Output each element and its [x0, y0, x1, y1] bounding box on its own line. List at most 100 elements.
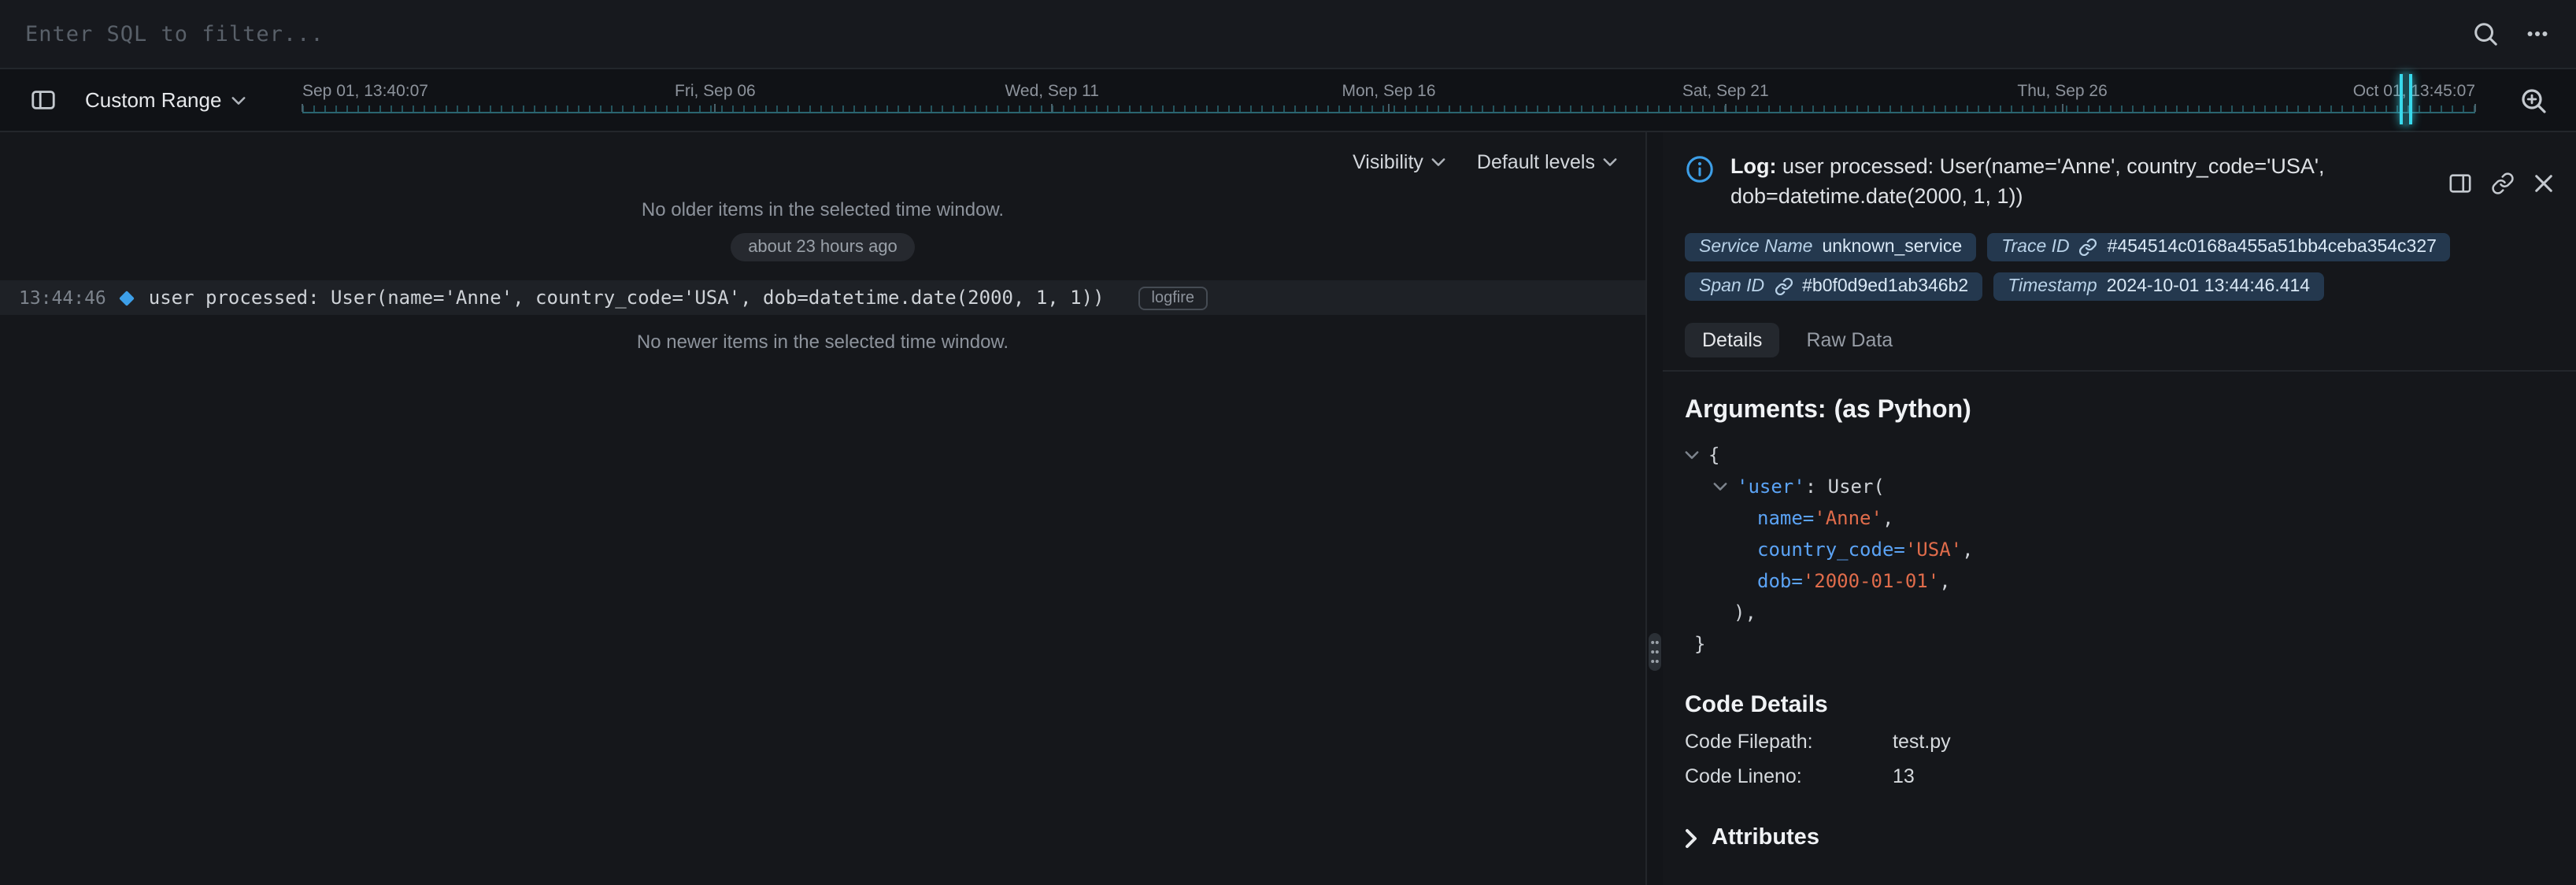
arguments-code: { 'user': User( name='Anne', country_cod…	[1685, 439, 2554, 660]
visibility-dropdown[interactable]: Visibility	[1353, 151, 1445, 173]
span-id-badge[interactable]: Span ID #b0f0d9ed1ab346b2	[1685, 272, 1982, 301]
timeline-bar: Custom Range Sep 01, 13:40:07 Fri, Sep 0…	[0, 69, 2576, 132]
more-options-icon[interactable]	[2524, 20, 2551, 47]
timeline-selection-brush[interactable]	[2400, 74, 2412, 124]
log-row[interactable]: 13:44:46 user processed: User(name='Anne…	[0, 280, 1645, 315]
panel-splitter[interactable]	[1647, 132, 1663, 885]
code-line: dob='2000-01-01',	[1757, 565, 2554, 597]
dock-panel-icon[interactable]	[2448, 154, 2472, 211]
splitter-grip-icon[interactable]	[1649, 633, 1661, 671]
link-icon	[1774, 277, 1793, 296]
code-lineno-label: Code Lineno:	[1685, 765, 1893, 787]
detail-body: Arguments:(as Python) { 'user': User( na…	[1663, 372, 2576, 850]
timeline-tick	[2474, 104, 2476, 112]
detail-panel: Log: user processed: User(name='Anne', c…	[1663, 132, 2576, 885]
timeline-tick-label: Wed, Sep 11	[1005, 82, 1098, 101]
code-line: ),	[1734, 597, 2554, 628]
timeline-axis-line	[302, 112, 2475, 113]
log-message: user processed: User(name='Anne', countr…	[149, 287, 1105, 309]
detail-tabs: Details Raw Data	[1663, 301, 2576, 372]
log-level-diamond-icon	[120, 290, 135, 305]
zoom-in-icon[interactable]	[2513, 80, 2554, 121]
tab-details[interactable]: Details	[1685, 323, 1779, 357]
collapse-chevron-icon[interactable]	[1713, 482, 1737, 491]
badge-label: Span ID	[1699, 277, 1764, 296]
timeline-tick-label: Fri, Sep 06	[675, 82, 756, 101]
timeline-tick	[1725, 104, 1727, 112]
copy-link-icon[interactable]	[2491, 154, 2515, 211]
sql-filter-input[interactable]	[25, 21, 2472, 46]
time-ago-badge: about 23 hours ago	[731, 233, 915, 261]
timeline-tick	[714, 104, 716, 112]
detail-title-text: user processed: User(name='Anne', countr…	[1730, 154, 2325, 208]
no-older-items-message: No older items in the selected time wind…	[0, 198, 1645, 220]
badge-value: unknown_service	[1822, 238, 1962, 257]
timeline-tick-label: Sep 01, 13:40:07	[302, 82, 428, 101]
code-line: country_code='USA',	[1757, 534, 2554, 565]
timeline-tick	[302, 104, 303, 112]
link-icon	[2079, 238, 2098, 257]
timeline-tick-label: Mon, Sep 16	[1342, 82, 1435, 101]
search-icon[interactable]	[2472, 20, 2499, 47]
timeline-tick	[2062, 104, 2063, 112]
timeline-controls: Custom Range	[0, 69, 245, 131]
timeline-tick-label: Oct 01, 13:45:07	[2353, 82, 2475, 101]
badge-value: #454514c0168a455a51bb4ceba354c327	[2108, 238, 2437, 257]
default-levels-dropdown[interactable]: Default levels	[1477, 151, 1617, 173]
timeline-tick	[1051, 104, 1053, 112]
default-levels-label: Default levels	[1477, 151, 1595, 173]
code-lineno-value: 13	[1893, 765, 1915, 787]
detail-title-prefix: Log:	[1730, 154, 1777, 178]
main-area: Visibility Default levels No older items…	[0, 132, 2576, 885]
code-line: name='Anne',	[1757, 502, 2554, 534]
trace-id-badge[interactable]: Trace ID #454514c0168a455a51bb4ceba354c3…	[1987, 233, 2451, 261]
code-line: 'user': User(	[1713, 471, 2554, 502]
badge-value: 2024-10-01 13:44:46.414	[2107, 277, 2310, 296]
attributes-heading: Attributes	[1712, 825, 1819, 850]
badge-value: #b0f0d9ed1ab346b2	[1802, 277, 1968, 296]
collapse-chevron-icon[interactable]	[1685, 450, 1708, 460]
chevron-right-icon	[1685, 828, 1697, 848]
time-ago-row: about 23 hours ago	[0, 233, 1645, 261]
sidebar-toggle-icon[interactable]	[22, 80, 63, 120]
code-details-heading: Code Details	[1685, 691, 2554, 718]
service-name-badge: Service Name unknown_service	[1685, 233, 1976, 261]
log-timestamp: 13:44:46	[19, 287, 106, 309]
no-newer-items-message: No newer items in the selected time wind…	[0, 331, 1645, 353]
code-line: }	[1694, 628, 2554, 660]
code-lineno-row: Code Lineno: 13	[1685, 765, 2554, 787]
timeline-track[interactable]: Sep 01, 13:40:07 Fri, Sep 06 Wed, Sep 11…	[302, 69, 2475, 131]
chevron-down-icon	[1431, 157, 1445, 167]
code-line: {	[1685, 439, 2554, 471]
chevron-down-icon	[1603, 157, 1617, 167]
list-controls: Visibility Default levels	[0, 132, 1645, 173]
log-list-panel: Visibility Default levels No older items…	[0, 132, 1647, 885]
code-filepath-label: Code Filepath:	[1685, 731, 1893, 753]
detail-actions	[2448, 154, 2554, 211]
sqlbar-actions	[2472, 20, 2551, 47]
arguments-heading: Arguments:(as Python)	[1685, 397, 2554, 425]
detail-title: Log: user processed: User(name='Anne', c…	[1730, 151, 2433, 211]
logfire-app: Custom Range Sep 01, 13:40:07 Fri, Sep 0…	[0, 0, 2576, 885]
code-filepath-value: test.py	[1893, 731, 1951, 753]
badge-label: Service Name	[1699, 238, 1812, 257]
timeline-tick	[1388, 104, 1390, 112]
info-icon	[1685, 154, 1715, 211]
visibility-label: Visibility	[1353, 151, 1423, 173]
timestamp-badge: Timestamp 2024-10-01 13:44:46.414	[1993, 272, 2324, 301]
detail-header: Log: user processed: User(name='Anne', c…	[1663, 132, 2576, 211]
chevron-down-icon	[231, 95, 245, 105]
detail-badges: Service Name unknown_service Trace ID #4…	[1663, 211, 2576, 301]
timeline-tick-label: Sat, Sep 21	[1682, 82, 1769, 101]
time-range-selector[interactable]: Custom Range	[85, 88, 245, 112]
badge-label: Trace ID	[2001, 238, 2070, 257]
attributes-expander[interactable]: Attributes	[1685, 825, 2554, 850]
sql-filter-bar	[0, 0, 2576, 69]
log-scope-tag[interactable]: logfire	[1139, 286, 1208, 309]
tab-raw-data[interactable]: Raw Data	[1789, 323, 1910, 357]
time-range-label: Custom Range	[85, 88, 221, 112]
timeline-tick-label: Thu, Sep 26	[2017, 82, 2107, 101]
code-filepath-row: Code Filepath: test.py	[1685, 731, 2554, 753]
badge-label: Timestamp	[2008, 277, 2097, 296]
close-icon[interactable]	[2533, 154, 2554, 211]
